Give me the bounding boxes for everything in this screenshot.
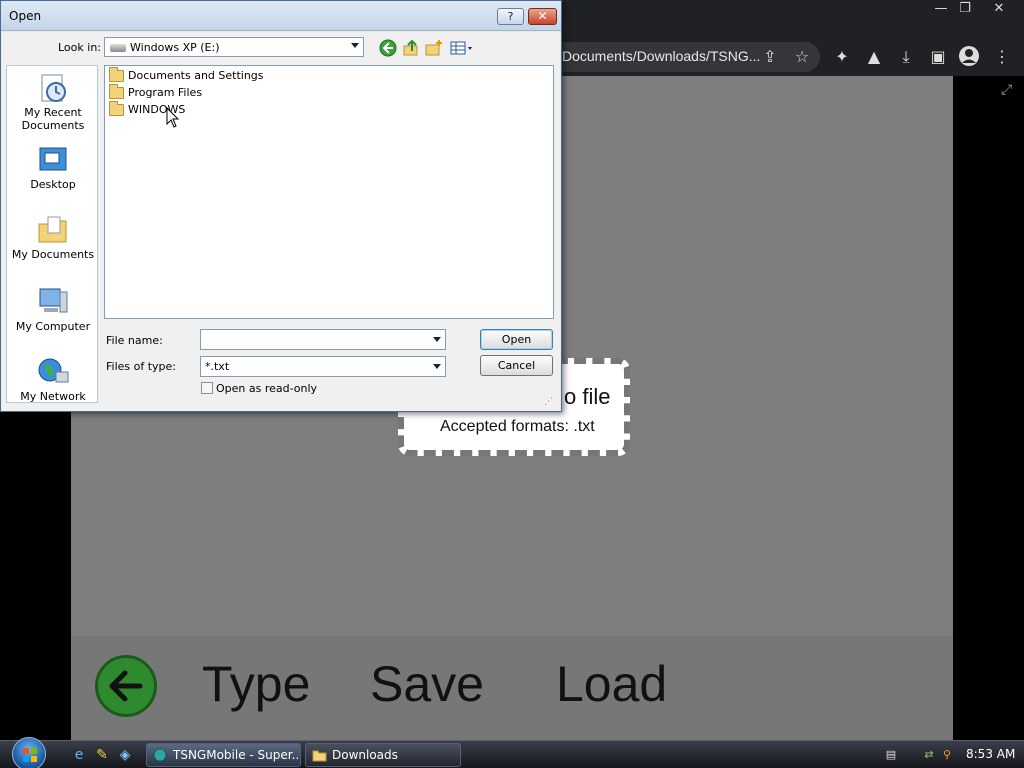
file-list[interactable]: Documents and Settings Program Files WIN… bbox=[104, 65, 554, 319]
resize-grip-icon[interactable]: ⋰ bbox=[544, 397, 556, 409]
recent-documents-icon bbox=[41, 74, 66, 102]
back-button[interactable] bbox=[95, 655, 157, 717]
drive-icon bbox=[110, 44, 126, 52]
browser-app-icon bbox=[153, 748, 167, 762]
up-one-level-icon[interactable] bbox=[402, 39, 420, 57]
mouse-cursor-icon bbox=[166, 107, 180, 128]
chevron-down-icon bbox=[433, 364, 441, 369]
file-name-input[interactable] bbox=[200, 329, 446, 350]
download-icon[interactable]: ⤓ bbox=[896, 47, 916, 67]
read-only-label[interactable]: Open as read-only bbox=[216, 382, 317, 395]
page-margin bbox=[953, 76, 1024, 740]
file-name: Program Files bbox=[128, 86, 203, 99]
switch-windows-icon[interactable]: ◈ bbox=[116, 746, 134, 764]
place-my-documents[interactable]: My Documents bbox=[7, 214, 99, 261]
network-tray-icon[interactable]: ⇄ bbox=[922, 748, 936, 762]
side-panel-icon[interactable]: ▣ bbox=[928, 47, 948, 67]
list-item[interactable]: Program Files bbox=[109, 84, 203, 102]
share-icon[interactable]: ⇪ bbox=[760, 47, 780, 67]
address-text: Documents/Downloads/TSNG... bbox=[562, 48, 761, 64]
view-menu-icon[interactable] bbox=[450, 39, 474, 57]
dialog-close-button[interactable]: ✕ bbox=[528, 8, 557, 25]
list-item[interactable]: Documents and Settings bbox=[109, 67, 264, 85]
new-folder-icon[interactable] bbox=[425, 39, 443, 57]
file-type-value: *.txt bbox=[205, 360, 230, 373]
type-button[interactable]: Type bbox=[202, 655, 310, 713]
look-in-label: Look in: bbox=[58, 41, 101, 54]
read-only-checkbox[interactable] bbox=[201, 382, 213, 394]
go-back-icon[interactable] bbox=[379, 39, 397, 57]
folder-icon bbox=[109, 84, 124, 99]
file-type-label: Files of type: bbox=[106, 360, 177, 373]
place-my-network[interactable]: My Network bbox=[7, 356, 99, 403]
place-label: My Network bbox=[20, 390, 86, 403]
chevron-down-icon[interactable] bbox=[433, 337, 441, 342]
internet-explorer-icon[interactable]: e bbox=[70, 746, 88, 764]
place-label: My Documents bbox=[11, 248, 95, 261]
cancel-button[interactable]: Cancel bbox=[480, 355, 553, 376]
place-label: My Recent Documents bbox=[21, 106, 85, 132]
my-computer-icon bbox=[39, 288, 68, 313]
help-button[interactable]: ? bbox=[497, 8, 524, 25]
places-bar: My Recent Documents Desktop My Documents… bbox=[6, 65, 98, 403]
task-label: Downloads bbox=[332, 748, 398, 762]
load-button[interactable]: Load bbox=[556, 655, 667, 713]
place-label: Desktop bbox=[30, 178, 76, 191]
labs-flask-icon[interactable]: ▲ bbox=[864, 47, 884, 67]
dialog-title: Open bbox=[9, 9, 42, 23]
bookmark-star-icon[interactable]: ☆ bbox=[792, 47, 812, 67]
search-icon[interactable]: ⚲ bbox=[940, 748, 954, 762]
file-type-dropdown[interactable]: *.txt bbox=[200, 356, 446, 377]
look-in-dropdown[interactable]: Windows XP (E:) bbox=[104, 37, 364, 57]
folder-icon bbox=[109, 101, 124, 116]
task-label: TSNGMobile - Super... bbox=[173, 748, 301, 762]
folder-icon bbox=[312, 750, 327, 762]
profile-avatar-icon[interactable] bbox=[958, 45, 979, 66]
save-button[interactable]: Save bbox=[370, 655, 484, 713]
clock[interactable]: 8:53 AM bbox=[966, 747, 1015, 761]
fullscreen-icon[interactable]: ⤢ bbox=[1001, 82, 1012, 98]
browser-menu-icon[interactable]: ⋮ bbox=[992, 47, 1012, 67]
taskbar-item-downloads[interactable]: Downloads bbox=[305, 743, 461, 767]
start-button[interactable] bbox=[12, 737, 46, 768]
open-button[interactable]: Open bbox=[480, 329, 553, 350]
back-arrow-icon bbox=[109, 670, 143, 702]
dialog-title-bar[interactable]: Open ? ✕ bbox=[1, 1, 561, 31]
open-file-dialog: Open ? ✕ Look in: Windows XP (E:) My Rec… bbox=[0, 0, 562, 412]
desktop-icon bbox=[39, 147, 67, 171]
file-name-label: File name: bbox=[106, 334, 163, 347]
extensions-icon[interactable]: ✦ bbox=[832, 47, 852, 67]
window-close-button[interactable]: ✕ bbox=[984, 0, 1014, 18]
place-my-computer[interactable]: My Computer bbox=[7, 286, 99, 333]
windows-logo-icon bbox=[23, 748, 37, 762]
file-name: Documents and Settings bbox=[128, 69, 264, 82]
my-network-icon bbox=[38, 358, 69, 383]
place-label: My Computer bbox=[15, 320, 91, 333]
my-documents-icon bbox=[38, 216, 67, 243]
folder-icon bbox=[109, 67, 124, 82]
taskbar-item-browser[interactable]: TSNGMobile - Super... bbox=[146, 743, 301, 767]
look-in-value: Windows XP (E:) bbox=[130, 41, 220, 54]
place-recent-documents[interactable]: My Recent Documents bbox=[7, 72, 99, 132]
keyboard-icon[interactable]: ▤ bbox=[884, 748, 898, 762]
show-desktop-icon[interactable]: ✎ bbox=[93, 746, 111, 764]
drop-zone-title: o file bbox=[564, 384, 611, 409]
chevron-down-icon bbox=[351, 43, 359, 48]
taskbar: e ✎ ◈ TSNGMobile - Super... Downloads ▤ … bbox=[0, 737, 1024, 768]
drop-zone-formats: Accepted formats: .txt bbox=[440, 418, 595, 435]
window-restore-button[interactable]: ❐ bbox=[950, 0, 980, 18]
place-desktop[interactable]: Desktop bbox=[7, 144, 99, 191]
screen: — ❐ ✕ Documents/Downloads/TSNG... ⇪ ☆ ✦ … bbox=[0, 0, 1024, 768]
